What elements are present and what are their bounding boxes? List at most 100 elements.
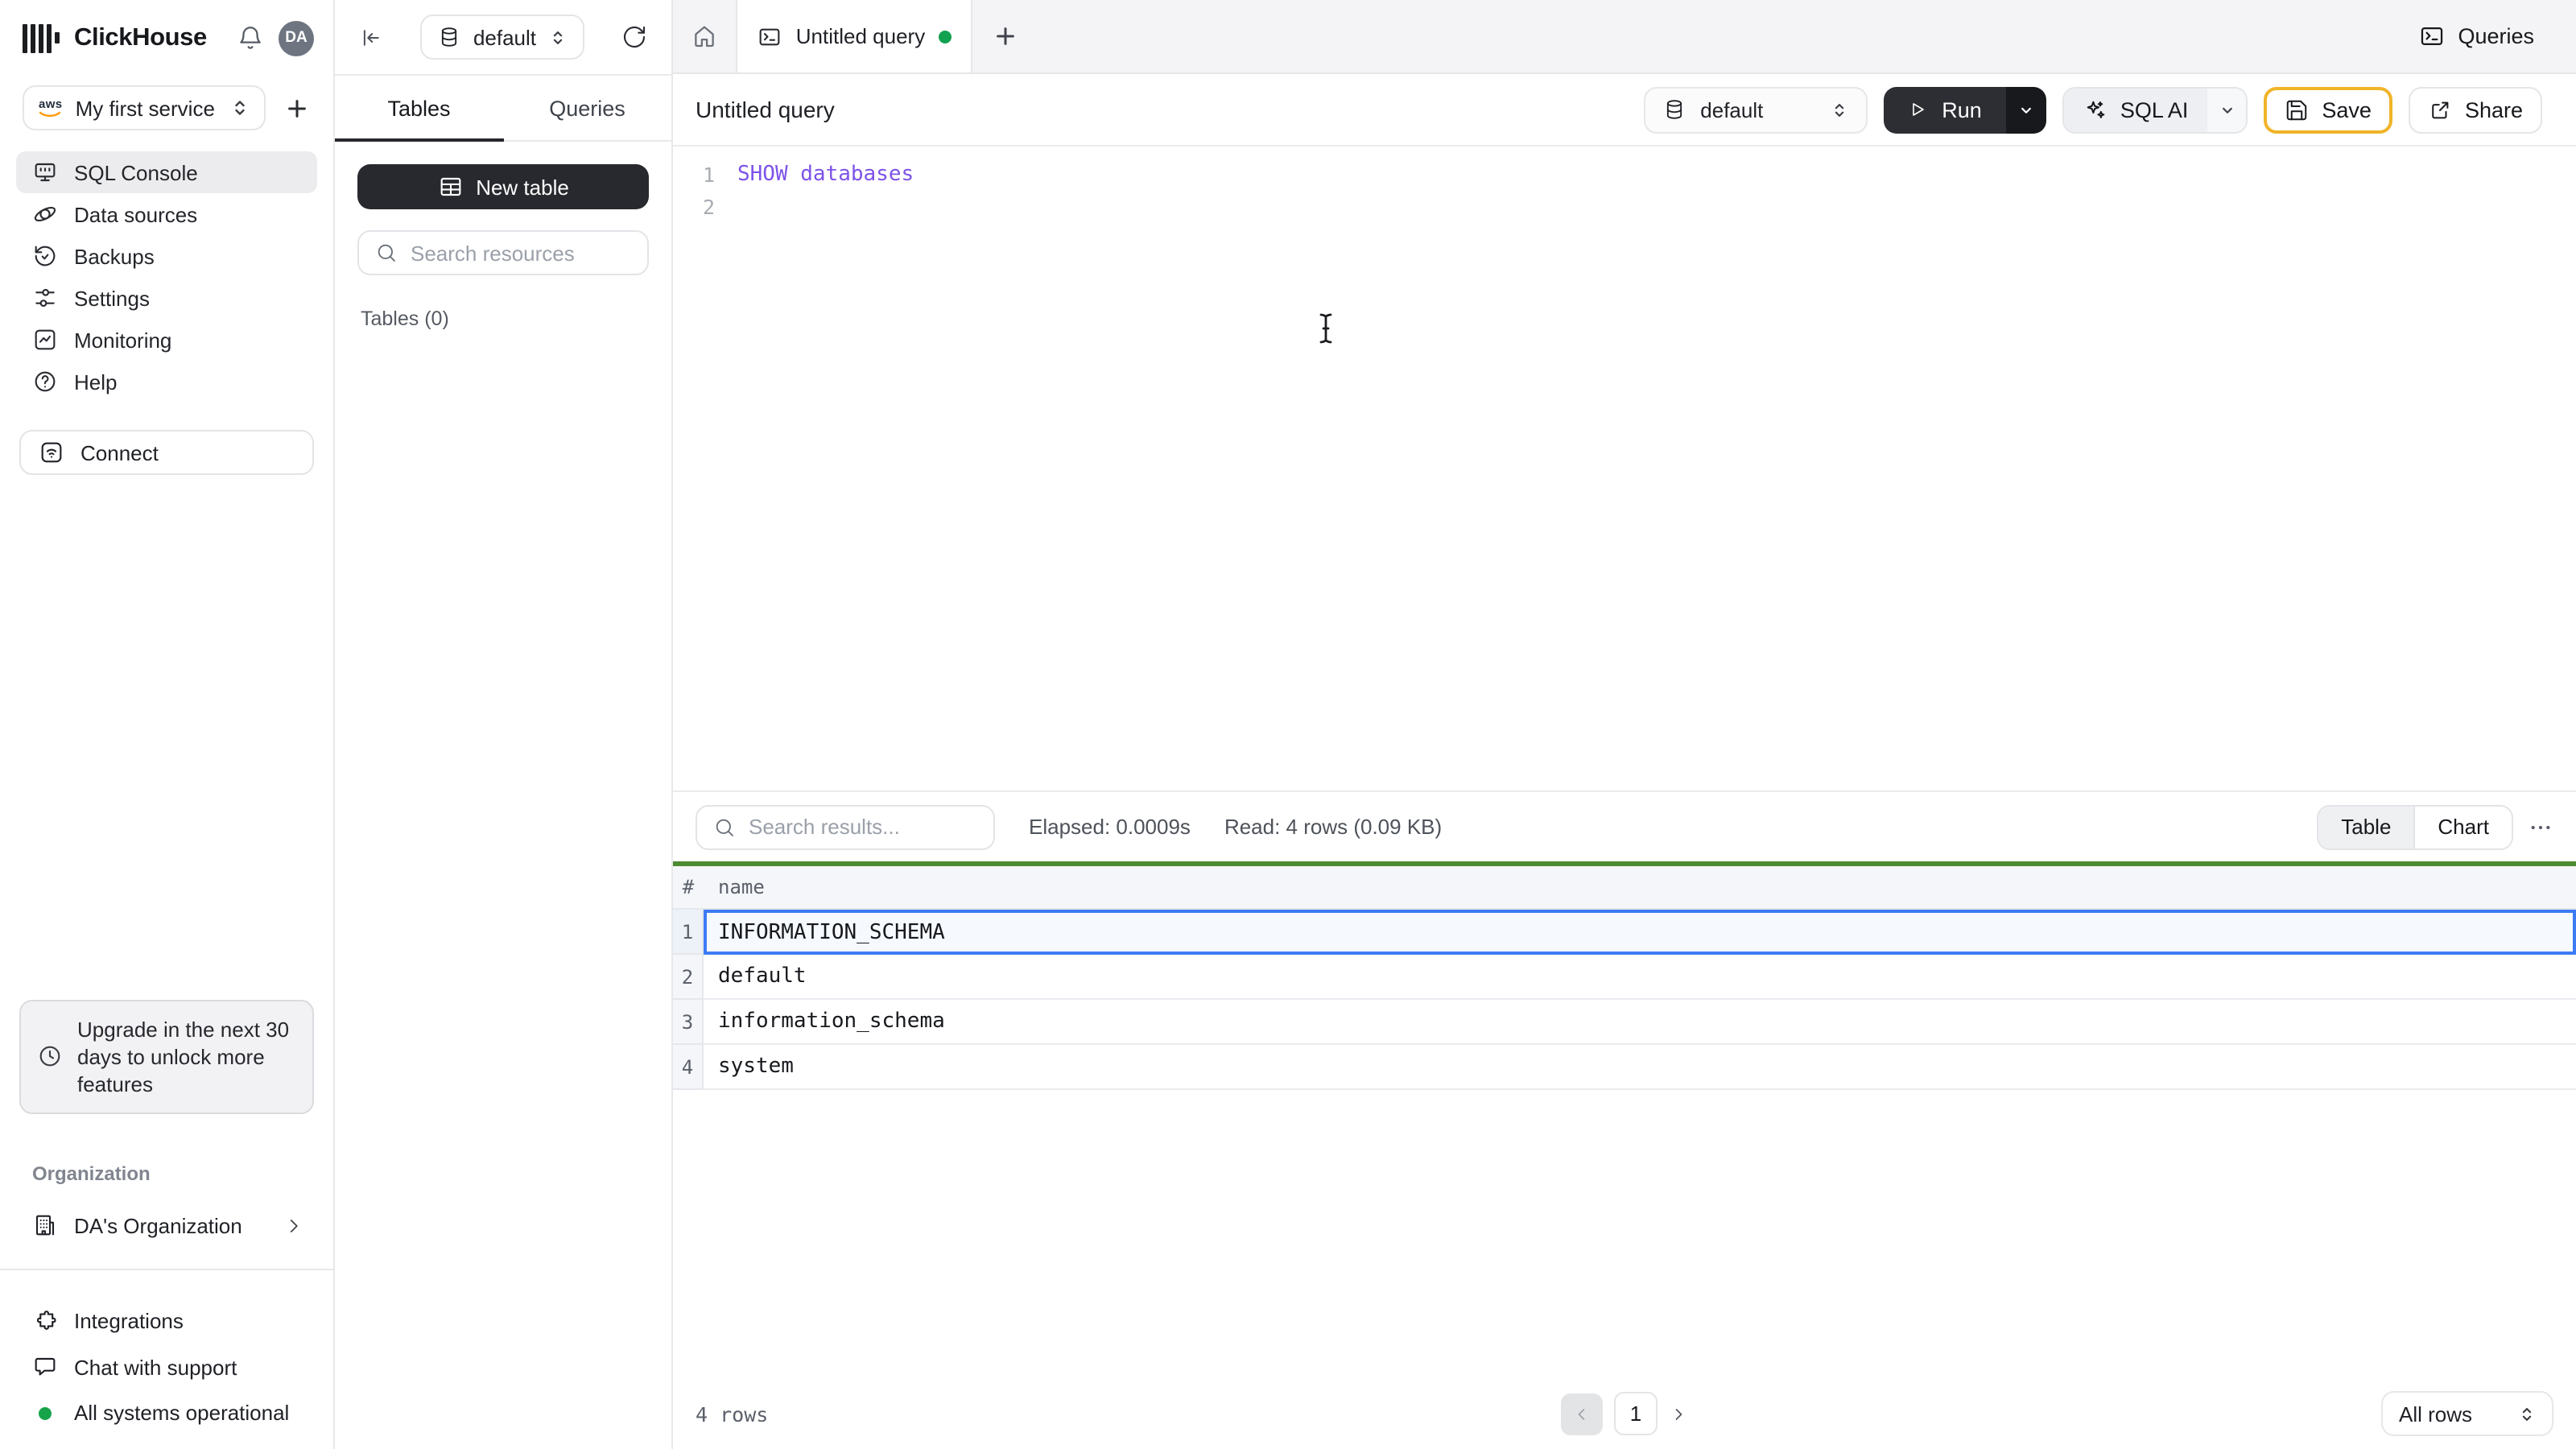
run-options-chevron-icon[interactable]: [2005, 86, 2046, 133]
sidebar-item-help[interactable]: Help: [16, 361, 317, 402]
page-next-chevron-icon[interactable]: [1669, 1404, 1688, 1423]
database-selector[interactable]: default: [419, 14, 585, 60]
page-size-label: All rows: [2399, 1402, 2473, 1426]
table-row[interactable]: 3 information_schema: [673, 1000, 2576, 1045]
current-page[interactable]: 1: [1614, 1392, 1657, 1435]
database-icon: [1663, 98, 1686, 121]
read-stat: Read: 4 rows (0.09 KB): [1224, 815, 1443, 839]
row-number: 1: [673, 910, 704, 955]
collapse-panel-icon[interactable]: [359, 25, 383, 49]
sql-ai-button[interactable]: SQL AI: [2063, 88, 2208, 131]
new-table-button[interactable]: New table: [357, 164, 649, 209]
toggle-chart[interactable]: Chart: [2413, 806, 2512, 848]
sidebar-item-settings[interactable]: Settings: [16, 277, 317, 319]
notifications-bell-icon[interactable]: [237, 24, 264, 52]
system-status[interactable]: All systems operational: [32, 1401, 301, 1425]
user-avatar[interactable]: DA: [279, 20, 314, 56]
share-label: Share: [2464, 97, 2523, 122]
database-icon: [438, 26, 460, 48]
sidebar-item-backups[interactable]: Backups: [16, 235, 317, 277]
service-selector[interactable]: aws My first service: [23, 85, 266, 130]
backups-history-icon: [32, 243, 58, 269]
home-icon[interactable]: [673, 0, 736, 72]
chat-bubble-icon: [32, 1354, 58, 1380]
sidebar-item-monitoring[interactable]: Monitoring: [16, 319, 317, 361]
refresh-icon[interactable]: [621, 24, 647, 50]
organization-row[interactable]: DA's Organization: [0, 1204, 333, 1246]
integrations-label: Integrations: [74, 1308, 184, 1332]
query-database-selector[interactable]: default: [1644, 86, 1868, 133]
query-toolbar: Untitled query default Run SQL AI Save S…: [673, 74, 2576, 147]
sql-console-icon: [32, 159, 58, 185]
connect-button[interactable]: Connect: [19, 430, 314, 475]
sql-ai-chevron-icon[interactable]: [2207, 88, 2247, 131]
chevron-updown-icon: [2518, 1405, 2536, 1422]
page-previous-chevron-icon[interactable]: [1561, 1393, 1603, 1435]
service-selector-row: aws My first service: [0, 76, 333, 130]
row-cell[interactable]: INFORMATION_SCHEMA: [704, 910, 2576, 955]
sql-code: SHOW databases: [737, 162, 914, 186]
row-cell[interactable]: information_schema: [704, 1000, 2576, 1045]
clickhouse-logo-icon: [23, 23, 60, 52]
sparkles-icon: [2083, 97, 2107, 122]
new-tab-plus-icon[interactable]: [972, 0, 1038, 72]
connect-label: Connect: [80, 440, 159, 464]
page-size-selector[interactable]: All rows: [2381, 1391, 2553, 1436]
results-toolbar: Elapsed: 0.0009s Read: 4 rows (0.09 KB) …: [673, 792, 2576, 861]
help-icon: [32, 369, 58, 394]
sql-editor[interactable]: 1 SHOW databases 2: [673, 147, 2576, 791]
table-grid-icon: [437, 174, 463, 200]
resources-tabs: Tables Queries: [335, 76, 671, 142]
resources-search[interactable]: [357, 230, 649, 275]
system-status-label: All systems operational: [74, 1401, 290, 1425]
results-search-input[interactable]: [749, 815, 977, 839]
database-name: default: [473, 25, 537, 49]
toggle-table[interactable]: Table: [2318, 806, 2414, 848]
line-number: 2: [702, 194, 715, 218]
results-table-header: # name: [673, 866, 2576, 910]
brand-name: ClickHouse: [74, 23, 207, 51]
pagination: 1: [1561, 1392, 1688, 1435]
sidebar-header: ClickHouse DA: [0, 0, 333, 76]
tab-queries[interactable]: Queries: [503, 76, 671, 140]
table-row[interactable]: 2 default: [673, 955, 2576, 1000]
clock-icon: [37, 1044, 63, 1070]
more-options-ellipsis-icon[interactable]: [2528, 814, 2553, 840]
organization-name: DA's Organization: [74, 1213, 242, 1237]
puzzle-icon: [32, 1307, 58, 1333]
resources-search-input[interactable]: [411, 241, 631, 265]
row-number: 2: [673, 955, 704, 1000]
chat-support-label: Chat with support: [74, 1355, 237, 1379]
query-stats: Elapsed: 0.0009s Read: 4 rows (0.09 KB): [1029, 815, 1442, 839]
upgrade-notice[interactable]: Upgrade in the next 30 days to unlock mo…: [19, 999, 314, 1114]
share-button[interactable]: Share: [2408, 86, 2542, 133]
chat-support-link[interactable]: Chat with support: [32, 1354, 301, 1380]
sidebar: ClickHouse DA aws My first service SQL C…: [0, 0, 335, 1449]
resources-panel: default Tables Queries New table Tables …: [335, 0, 673, 1449]
settings-sliders-icon: [32, 285, 58, 311]
aws-logo-icon: aws: [39, 98, 63, 118]
row-cell[interactable]: system: [704, 1045, 2576, 1090]
add-service-button[interactable]: [279, 90, 314, 126]
terminal-icon: [2417, 23, 2445, 50]
sidebar-item-sql-console[interactable]: SQL Console: [16, 151, 317, 193]
row-cell[interactable]: default: [704, 955, 2576, 1000]
integrations-link[interactable]: Integrations: [32, 1307, 301, 1333]
tab-untitled-query[interactable]: Untitled query: [736, 0, 972, 72]
tab-tables[interactable]: Tables: [335, 76, 503, 142]
results-search[interactable]: [696, 804, 995, 849]
search-icon: [375, 242, 398, 264]
sidebar-item-data-sources[interactable]: Data sources: [16, 193, 317, 235]
sidebar-item-label: Settings: [74, 286, 150, 310]
sidebar-item-label: Data sources: [74, 202, 198, 226]
table-row[interactable]: 4 system: [673, 1045, 2576, 1090]
column-header-name[interactable]: name: [704, 876, 765, 898]
save-button[interactable]: Save: [2264, 86, 2392, 133]
table-row[interactable]: 1 INFORMATION_SCHEMA: [673, 910, 2576, 955]
sql-ai-split-button: SQL AI: [2062, 86, 2248, 133]
run-label: Run: [1942, 97, 1982, 122]
run-button[interactable]: Run: [1884, 86, 2006, 133]
search-icon: [713, 815, 736, 838]
queries-button[interactable]: Queries: [2417, 0, 2534, 72]
upgrade-text: Upgrade in the next 30 days to unlock mo…: [77, 1017, 290, 1096]
